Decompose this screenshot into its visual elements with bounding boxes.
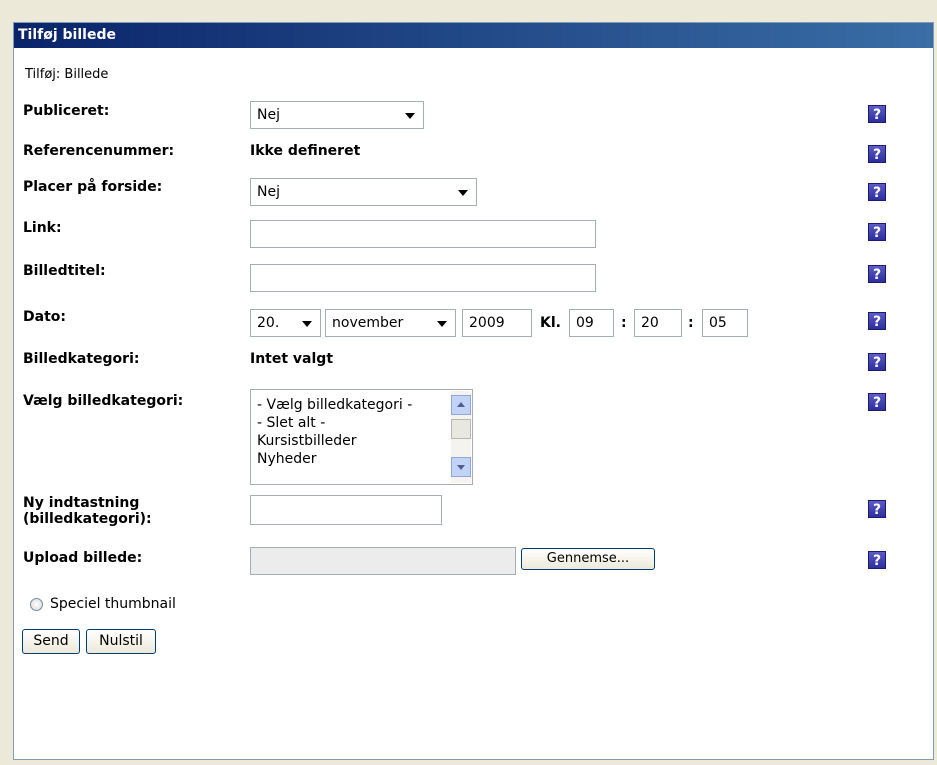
help-icon[interactable]: ? xyxy=(868,393,886,411)
dato-month-value: november xyxy=(332,315,404,331)
arrow-down-icon xyxy=(457,465,465,470)
scroll-thumb[interactable] xyxy=(451,419,471,439)
link-input[interactable] xyxy=(250,220,596,248)
scroll-down-button[interactable] xyxy=(451,457,471,477)
help-icon[interactable]: ? xyxy=(868,500,886,518)
dato-second-input[interactable]: 05 xyxy=(702,309,748,337)
kl-label: Kl. xyxy=(540,315,561,331)
listbox-scrollbar[interactable] xyxy=(451,391,471,483)
help-icon[interactable]: ? xyxy=(868,105,886,123)
list-item[interactable]: - Slet alt - xyxy=(251,414,472,432)
list-item[interactable]: Nyheder xyxy=(251,450,472,468)
referencenummer-label: Referencenummer: xyxy=(23,143,175,159)
ny-indtastning-label-line1: Ny indtastning xyxy=(23,495,140,511)
dato-day-value: 20. xyxy=(257,315,280,331)
dato-minute-input[interactable]: 20 xyxy=(634,309,682,337)
time-separator: : xyxy=(621,315,627,331)
dato-hour-input[interactable]: 09 xyxy=(569,309,614,337)
publiceret-label: Publiceret: xyxy=(23,103,110,119)
kategori-listbox[interactable]: - Vælg billedkategori - - Slet alt - Kur… xyxy=(250,389,473,485)
help-icon[interactable]: ? xyxy=(868,265,886,283)
placer-forside-select[interactable]: Nej xyxy=(250,178,477,206)
upload-path-field[interactable] xyxy=(250,547,516,575)
dato-month-select[interactable]: november xyxy=(325,309,456,337)
list-item[interactable]: Kursistbilleder xyxy=(251,432,472,450)
dato-year-input[interactable]: 2009 xyxy=(462,309,532,337)
ny-indtastning-label: Ny indtastning (billedkategori): xyxy=(23,495,152,527)
help-icon[interactable]: ? xyxy=(868,312,886,330)
dato-label: Dato: xyxy=(23,309,66,325)
referencenummer-value: Ikke defineret xyxy=(250,143,361,159)
help-icon[interactable]: ? xyxy=(868,353,886,371)
help-icon[interactable]: ? xyxy=(868,223,886,241)
help-icon[interactable]: ? xyxy=(868,551,886,569)
send-button[interactable]: Send xyxy=(22,629,80,654)
vaelg-kategori-label: Vælg billedkategori: xyxy=(23,393,184,409)
help-icon[interactable]: ? xyxy=(868,145,886,163)
panel-title: Tilføj billede xyxy=(14,23,933,48)
publiceret-select[interactable]: Nej xyxy=(250,101,424,129)
placer-forside-label: Placer på forside: xyxy=(23,179,163,195)
scroll-up-button[interactable] xyxy=(451,395,471,415)
speciel-thumbnail-radio[interactable] xyxy=(30,598,43,611)
ny-indtastning-input[interactable] xyxy=(250,495,442,525)
time-separator: : xyxy=(688,315,694,331)
billedtitel-label: Billedtitel: xyxy=(23,263,106,279)
reset-button[interactable]: Nulstil xyxy=(86,629,156,654)
chevron-down-icon xyxy=(458,190,468,196)
arrow-up-icon xyxy=(457,402,465,407)
upload-label: Upload billede: xyxy=(23,550,143,566)
placer-forside-value: Nej xyxy=(257,184,280,200)
form-panel: Tilføj billede Tilføj: Billede Publicere… xyxy=(13,22,934,760)
dato-day-select[interactable]: 20. xyxy=(250,309,321,337)
link-label: Link: xyxy=(23,220,62,236)
ny-indtastning-label-line2: (billedkategori): xyxy=(23,511,152,527)
help-icon[interactable]: ? xyxy=(868,183,886,201)
chevron-down-icon xyxy=(437,321,447,327)
browse-button[interactable]: Gennemse... xyxy=(521,548,655,570)
billedkategori-value: Intet valgt xyxy=(250,351,334,367)
form-subtitle: Tilføj: Billede xyxy=(25,67,109,82)
list-item[interactable]: - Vælg billedkategori - xyxy=(251,396,472,414)
billedkategori-label: Billedkategori: xyxy=(23,351,140,367)
speciel-thumbnail-label[interactable]: Speciel thumbnail xyxy=(50,596,176,612)
billedtitel-input[interactable] xyxy=(250,264,596,292)
chevron-down-icon xyxy=(405,113,415,119)
publiceret-value: Nej xyxy=(257,107,280,123)
chevron-down-icon xyxy=(302,321,312,327)
